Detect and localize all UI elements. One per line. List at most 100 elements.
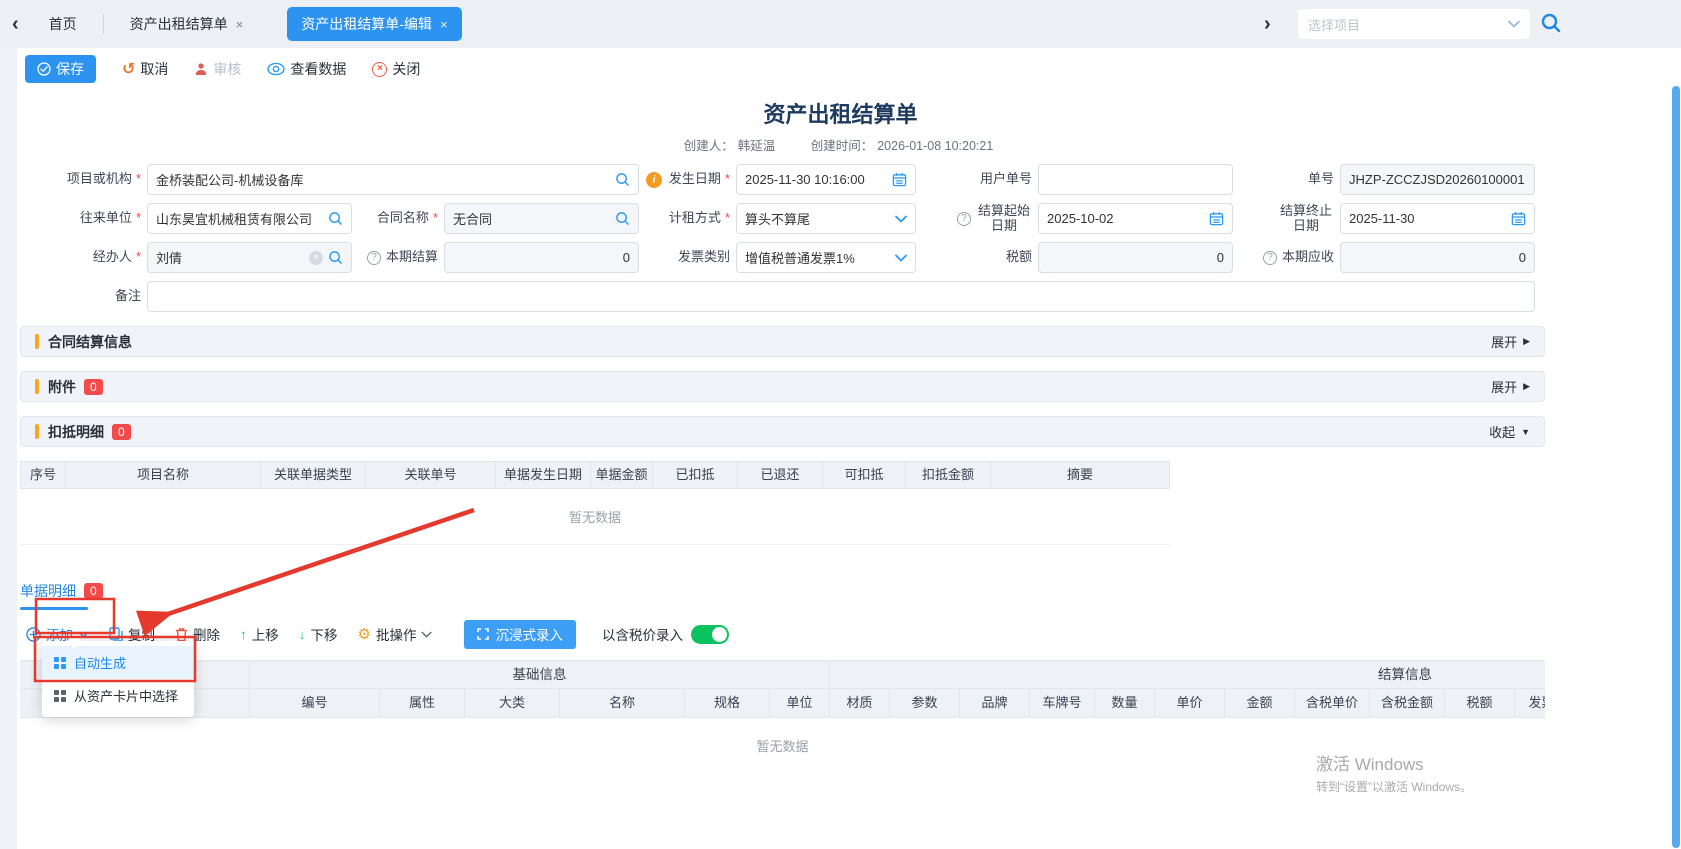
forward-chevron-icon[interactable]: › [1258, 13, 1277, 36]
help-icon[interactable]: ? [1263, 251, 1277, 265]
view-data-label: 查看数据 [290, 59, 346, 79]
count-badge: 0 [84, 583, 103, 599]
tax-inclusive-toggle[interactable] [691, 625, 729, 644]
column-header: 名称 [560, 689, 685, 717]
chevron-down-icon [895, 254, 907, 262]
group-basic-info: 基础信息 [250, 661, 830, 688]
batch-operation-button[interactable]: ⚙ 批操作 [358, 624, 433, 644]
project-field[interactable]: 金桥装配公司-机械设备库 i [147, 164, 639, 195]
creator-value: 韩延温 [738, 139, 776, 153]
expand-button[interactable]: 展开 ▶ [1491, 377, 1530, 396]
occur-date-field[interactable]: 2025-11-30 10:16:00 [736, 164, 916, 195]
tab-active-underline [20, 607, 88, 610]
search-icon[interactable] [1540, 12, 1562, 34]
move-down-label: 下移 [311, 624, 338, 644]
column-header: 单价 [1155, 689, 1225, 717]
contract-field[interactable]: 无合同 [444, 203, 639, 234]
vertical-scrollbar[interactable] [1672, 86, 1680, 848]
rent-mode-select[interactable]: 算头不算尾 [736, 203, 916, 234]
search-icon[interactable] [615, 211, 630, 226]
deduction-table-header: 序号 项目名称 关联单据类型 关联单号 单据发生日期 单据金额 已扣抵 已退还 … [20, 461, 1170, 489]
calendar-icon[interactable] [1511, 211, 1526, 226]
search-icon[interactable] [615, 172, 630, 187]
immersive-label: 沉浸式录入 [495, 624, 563, 644]
view-data-button[interactable]: 查看数据 [267, 59, 346, 79]
move-up-button[interactable]: ↑ 上移 [240, 624, 279, 644]
immersive-entry-button[interactable]: 沉浸式录入 [464, 620, 576, 649]
expand-button[interactable]: 展开 ▶ [1491, 332, 1530, 351]
batch-label: 批操作 [376, 624, 417, 644]
close-label: 关闭 [392, 59, 420, 79]
settle-end-field[interactable]: 2025-11-30 [1340, 203, 1535, 234]
calendar-icon[interactable] [892, 172, 907, 187]
deduction-table: 序号 项目名称 关联单据类型 关联单号 单据发生日期 单据金额 已扣抵 已退还 … [20, 461, 1170, 545]
windows-activation-watermark: 激活 Windows 转到“设置”以激活 Windows。 [1316, 750, 1472, 795]
audit-button[interactable]: 审核 [194, 59, 241, 79]
user-no-field[interactable] [1038, 164, 1233, 195]
settle-start-value: 2025-10-02 [1047, 211, 1205, 226]
tab-asset-rental-list[interactable]: 资产出租结算单 × [120, 8, 254, 40]
search-icon[interactable] [328, 250, 343, 265]
tax-inclusive-toggle-group: 以含税价录入 [602, 624, 729, 644]
check-circle-icon [37, 62, 51, 76]
cancel-label: 取消 [140, 59, 168, 79]
invoice-type-select[interactable]: 增值税普通发票1% [736, 242, 916, 273]
remark-field[interactable] [147, 281, 1535, 312]
section-accent [35, 379, 39, 394]
delete-label: 删除 [193, 624, 220, 644]
undo-icon: ↺ [122, 59, 135, 79]
creator-label: 创建人： [684, 139, 734, 153]
current-receivable-value: 0 [1349, 250, 1526, 265]
project-select-placeholder: 选择项目 [1308, 15, 1508, 34]
project-select[interactable]: 选择项目 [1298, 9, 1530, 39]
warning-info-icon[interactable]: i [646, 172, 662, 188]
tab-label: 资产出租结算单-编辑 [301, 14, 432, 34]
detail-column-header: 编号 属性 大类 名称 规格 单位 材质 参数 品牌 车牌号 数量 单价 金额 … [20, 689, 1545, 718]
counterparty-field[interactable]: 山东昊宜机械租赁有限公司 [147, 203, 352, 234]
section-attachments[interactable]: 附件 0 展开 ▶ [20, 371, 1545, 402]
save-button[interactable]: 保存 [25, 55, 96, 83]
column-header: 品牌 [960, 689, 1030, 717]
grid-icon [54, 657, 66, 669]
arrow-up-icon: ↑ [240, 627, 247, 642]
help-icon[interactable]: ? [367, 251, 381, 265]
column-header: 发票类别 [1515, 689, 1545, 717]
menu-item-from-asset-card[interactable]: 从资产卡片中选择 [42, 679, 194, 712]
current-receivable-field: 0 [1340, 242, 1535, 273]
tab-close-icon[interactable]: × [236, 17, 244, 32]
search-icon[interactable] [328, 211, 343, 226]
close-button[interactable]: × 关闭 [372, 59, 420, 79]
cancel-button[interactable]: ↺ 取消 [122, 59, 168, 79]
chevron-down-icon [1508, 20, 1520, 28]
tab-home[interactable]: 首页 [39, 8, 87, 40]
arrow-down-icon: ↓ [299, 627, 306, 642]
column-header: 参数 [890, 689, 960, 717]
user-no-label: 用户单号 [922, 172, 1032, 187]
tab-close-icon[interactable]: × [440, 17, 448, 32]
tab-asset-rental-edit[interactable]: 资产出租结算单-编辑 × [287, 7, 461, 41]
current-settle-value: 0 [453, 250, 630, 265]
calendar-icon[interactable] [1209, 211, 1224, 226]
clear-icon[interactable]: × [309, 251, 323, 265]
section-deduction[interactable]: 扣抵明细 0 收起 ▼ [20, 416, 1545, 447]
tax-field: 0 [1038, 242, 1233, 273]
collapse-button[interactable]: 收起 ▼ [1489, 422, 1530, 441]
column-header: 金额 [1225, 689, 1295, 717]
rent-mode-value: 算头不算尾 [745, 209, 891, 228]
section-contract-settle[interactable]: 合同结算信息 展开 ▶ [20, 326, 1545, 357]
column-header: 材质 [830, 689, 890, 717]
settle-end-label: 结算终止日期 [1239, 204, 1334, 234]
agent-field[interactable]: 刘倩 × [147, 242, 352, 273]
add-dropdown-menu: 自动生成 从资产卡片中选择 [42, 641, 194, 717]
column-header: 摘要 [991, 462, 1170, 488]
back-chevron-icon[interactable]: ‹ [6, 13, 25, 36]
menu-item-auto-generate[interactable]: 自动生成 [42, 646, 194, 679]
doc-no-field: JHZP-ZCCZJSD20260100001 [1340, 164, 1535, 195]
column-header: 项目名称 [66, 462, 261, 488]
section-accent [35, 334, 39, 349]
column-header: 单据发生日期 [496, 462, 591, 488]
help-icon[interactable]: ? [957, 212, 971, 226]
settle-start-field[interactable]: 2025-10-02 [1038, 203, 1233, 234]
tab-detail[interactable]: 单据明细 0 [20, 581, 103, 601]
move-down-button[interactable]: ↓ 下移 [299, 624, 338, 644]
